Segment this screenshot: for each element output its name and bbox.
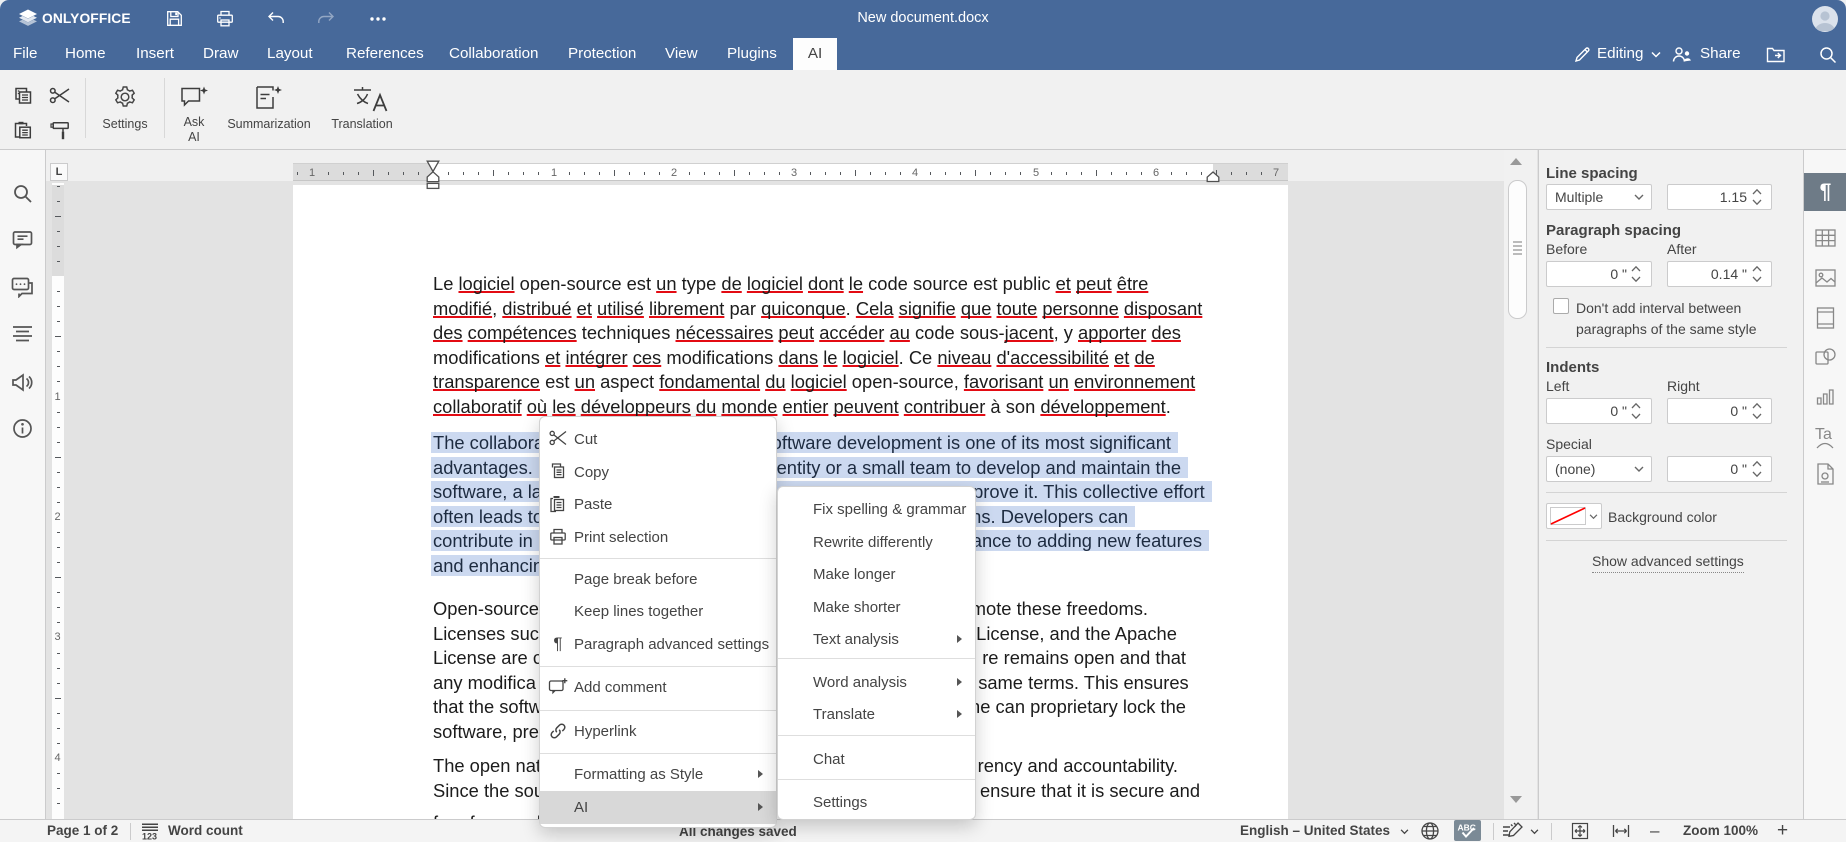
svg-text:123: 123	[142, 832, 157, 841]
